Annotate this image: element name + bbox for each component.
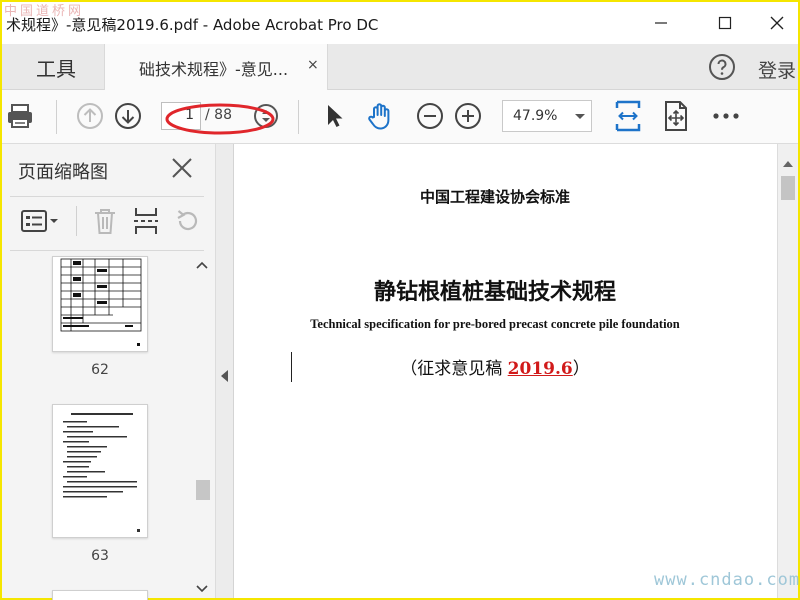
fit-width-button[interactable] [612, 100, 644, 132]
toolbar: 1 / 88 47.9% [2, 90, 798, 144]
document-page[interactable]: 中国工程建设协会标准 静钻根植桩基础技术规程 Technical specifi… [235, 144, 777, 598]
thumbnail-preview [60, 258, 142, 346]
close-panel-icon[interactable] [168, 154, 196, 182]
fit-width-icon [615, 100, 641, 132]
scroll-down-icon[interactable] [196, 584, 208, 594]
toolbar-divider [56, 100, 57, 134]
scrollbar-thumb[interactable] [781, 176, 795, 200]
hand-tool-button[interactable] [364, 100, 396, 132]
cursor-arrow-icon [328, 105, 343, 127]
page-view-button[interactable] [660, 100, 692, 132]
zoom-in-button[interactable] [452, 100, 484, 132]
toolbar-divider [298, 100, 299, 134]
page-thumbnail-64[interactable] [52, 590, 148, 600]
previous-page-button[interactable] [74, 100, 106, 132]
zoom-out-icon [417, 103, 443, 129]
tab-close-button[interactable]: × [307, 57, 319, 73]
minimize-icon [655, 22, 667, 24]
thumbnail-preview [63, 413, 140, 532]
minimize-button[interactable] [638, 2, 684, 44]
zoom-in-icon [455, 103, 481, 129]
options-menu-icon[interactable] [20, 208, 60, 234]
hand-icon [368, 103, 390, 130]
scroll-up-icon[interactable] [782, 158, 794, 168]
tab-document[interactable]: 础技术规程》-意见... × [104, 44, 328, 90]
maximize-icon [718, 16, 732, 30]
draft-year: 2019.6 [507, 359, 573, 379]
printer-icon [8, 104, 32, 128]
thumbnails-panel: 页面缩略图 62 63 [2, 144, 216, 600]
select-tool-button[interactable] [318, 100, 350, 132]
print-button[interactable] [4, 100, 36, 132]
close-window-button[interactable] [754, 2, 800, 44]
document-draft-line: （征求意见稿 2019.6） [235, 354, 755, 379]
maximize-button[interactable] [702, 2, 748, 44]
watermark-bottom: www.cndao.com [654, 570, 800, 590]
panel-title: 页面缩略图 [18, 162, 108, 183]
scroll-up-icon[interactable] [196, 260, 208, 270]
tab-tools[interactable]: 工具 [10, 44, 102, 90]
document-organization: 中国工程建设协会标准 [419, 188, 570, 206]
arrow-down-circle-icon [115, 103, 141, 129]
window-title: 术规程》-意见稿2019.6.pdf - Adobe Acrobat Pro D… [6, 16, 379, 34]
document-scrollbar[interactable] [777, 144, 798, 598]
collapse-left-icon[interactable] [221, 370, 229, 382]
title-bar: 中国道桥网 术规程》-意见稿2019.6.pdf - Adobe Acrobat… [2, 2, 798, 44]
pane-splitter[interactable] [216, 144, 234, 598]
zoom-value: 47.9% [513, 108, 558, 124]
chevron-down-icon [575, 114, 585, 119]
zoom-out-button[interactable] [414, 100, 446, 132]
page-thumbnail-63[interactable] [52, 404, 148, 538]
panel-divider [10, 196, 204, 197]
arrow-up-circle-icon [77, 103, 103, 129]
trash-icon[interactable] [92, 206, 118, 236]
panel-divider [10, 250, 204, 251]
thumbnail-label: 62 [91, 362, 109, 378]
tab-bar: 工具 础技术规程》-意见... × 登录 [2, 44, 798, 90]
draft-suffix: ） [572, 359, 590, 379]
annotation-ellipse [165, 103, 275, 135]
thumbnail-scrollbar[interactable] [192, 256, 212, 598]
thumbnail-label: 63 [91, 548, 109, 564]
login-link[interactable]: 登录 [758, 56, 796, 83]
rotate-icon[interactable] [174, 207, 202, 235]
close-icon [770, 16, 784, 30]
page-thumbnail-62[interactable] [52, 256, 148, 352]
zoom-select[interactable]: 47.9% [502, 100, 592, 132]
draft-prefix: （征求意见稿 [400, 359, 508, 379]
document-title: 静钻根植桩基础技术规程 [373, 279, 616, 305]
scrollbar-thumb[interactable] [196, 480, 210, 500]
help-icon[interactable] [708, 53, 736, 81]
more-tools-button[interactable] [710, 100, 742, 132]
text-cursor [291, 352, 292, 382]
document-english-title: Technical specification for pre-bored pr… [310, 317, 680, 331]
panel-toolbar [10, 200, 204, 244]
tab-document-label: 础技术规程》-意见... [139, 60, 289, 79]
document-arrows-icon [665, 101, 687, 131]
next-page-button[interactable] [112, 100, 144, 132]
toolbar-divider [76, 206, 77, 236]
more-dots-icon [713, 113, 739, 119]
insert-page-icon[interactable] [132, 206, 160, 236]
